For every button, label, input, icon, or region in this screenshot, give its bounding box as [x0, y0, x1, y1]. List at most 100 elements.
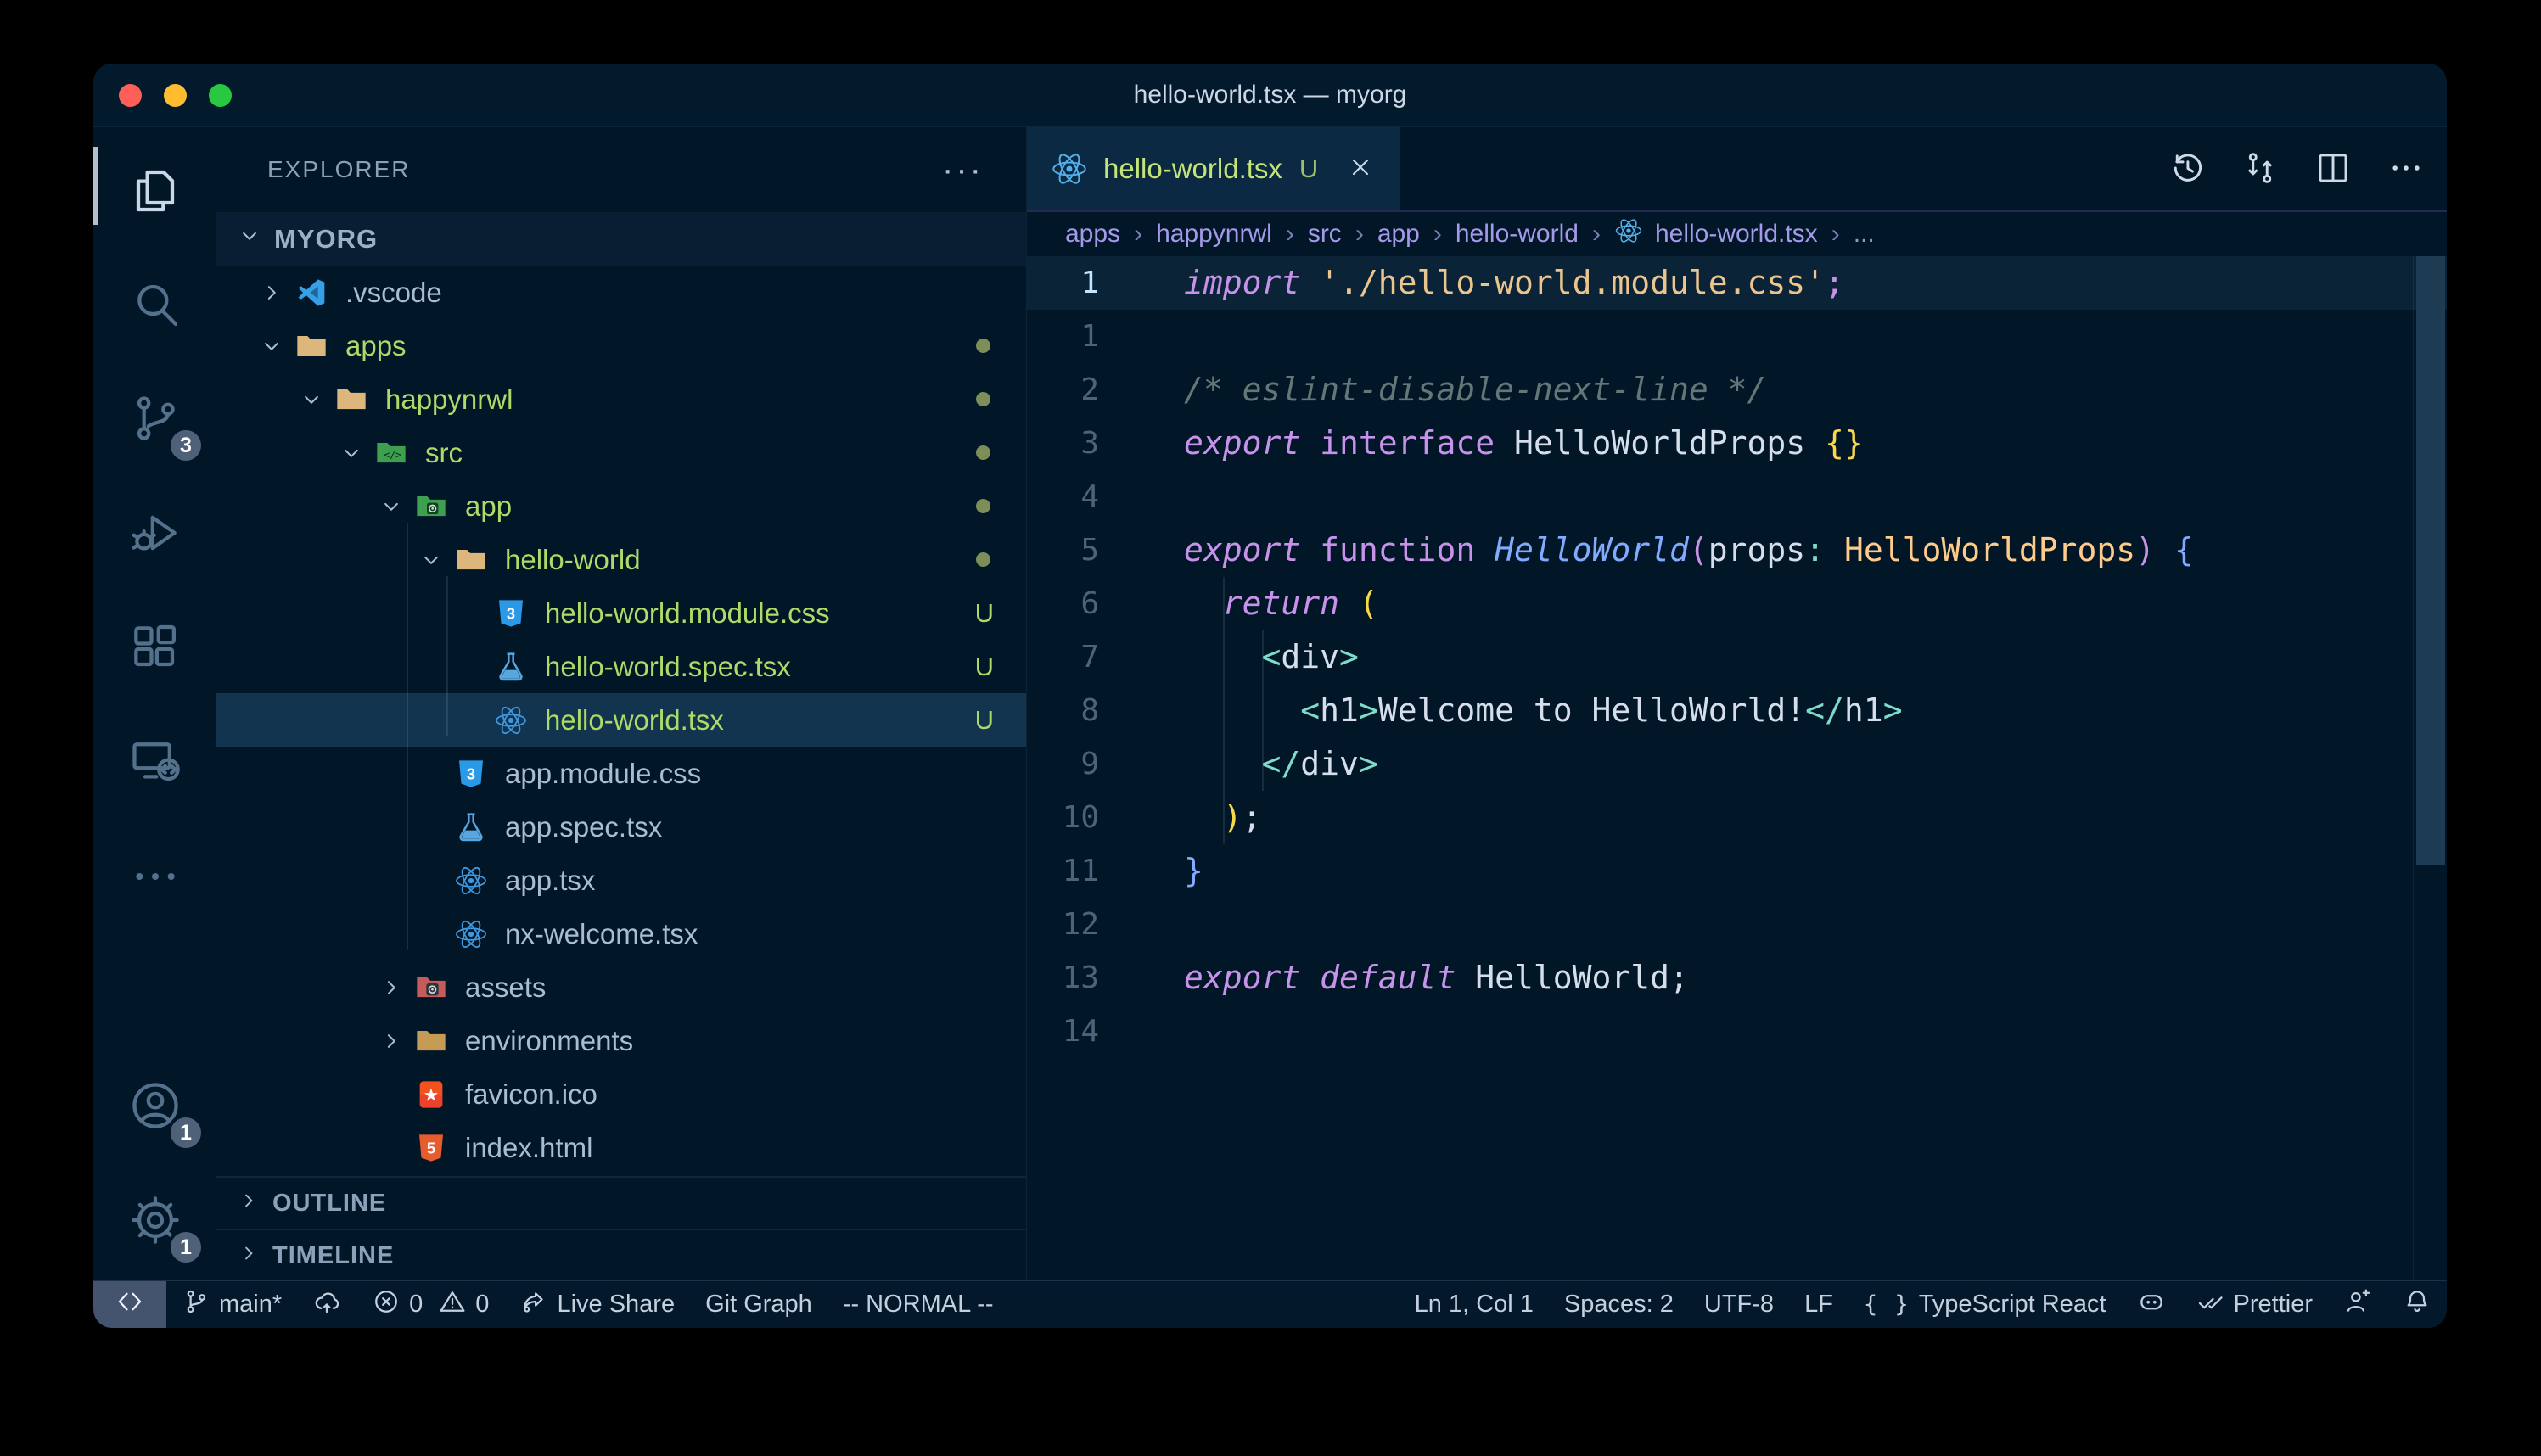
status-item-git-branch[interactable]: main*: [166, 1281, 297, 1328]
code-editor[interactable]: 1import './hello-world.module.css';12/* …: [1027, 256, 2447, 1280]
tree-item-src[interactable]: </>src: [216, 426, 1026, 479]
breadcrumb-item-app[interactable]: app: [1377, 220, 1420, 249]
status-item-indentation[interactable]: Spaces: 2: [1549, 1281, 1689, 1328]
code-line[interactable]: 13export default HelloWorld;: [1027, 951, 2447, 1005]
activity-bar-item-more-views[interactable]: [93, 821, 216, 936]
activity-bar-item-extensions[interactable]: [93, 592, 216, 707]
line-number[interactable]: 8: [1027, 684, 1099, 737]
tree-item-index-html[interactable]: 5index.html: [216, 1121, 1026, 1174]
line-number[interactable]: 1: [1027, 256, 1099, 310]
line-number[interactable]: 12: [1027, 898, 1099, 951]
tree-item-hello-world-tsx[interactable]: hello-world.tsxU: [216, 693, 1026, 747]
status-item-publish-changes[interactable]: [297, 1281, 356, 1328]
code-line[interactable]: 7 <div>: [1027, 630, 2447, 684]
tree-item-app[interactable]: app: [216, 479, 1026, 533]
code-line[interactable]: 4: [1027, 470, 2447, 524]
status-item-git-graph[interactable]: Git Graph: [690, 1281, 827, 1328]
activity-bar-item-search[interactable]: [93, 249, 216, 363]
tree-item-app-spec-tsx[interactable]: app.spec.tsx: [216, 800, 1026, 854]
code-line[interactable]: 10 );: [1027, 791, 2447, 844]
tree-item--vscode[interactable]: .vscode: [216, 266, 1026, 319]
chevron-down-icon[interactable]: [379, 494, 414, 519]
line-number[interactable]: 1: [1027, 310, 1099, 363]
more-actions-button[interactable]: [2387, 149, 2425, 191]
close-tab-button[interactable]: [1347, 154, 1374, 185]
split-editor-button[interactable]: [2314, 149, 2352, 191]
tree-item-favicon-ico[interactable]: ★favicon.ico: [216, 1067, 1026, 1121]
status-item-prettier[interactable]: Prettier: [2181, 1281, 2328, 1328]
tree-item-assets[interactable]: assets: [216, 960, 1026, 1014]
code-line[interactable]: 1import './hello-world.module.css';: [1027, 256, 2447, 310]
line-number[interactable]: 14: [1027, 1005, 1099, 1058]
chevron-right-icon[interactable]: [379, 1028, 414, 1054]
scrollbar-thumb[interactable]: [2416, 256, 2445, 865]
line-number[interactable]: 5: [1027, 524, 1099, 577]
status-item-feedback[interactable]: [2328, 1281, 2387, 1328]
line-number[interactable]: 10: [1027, 791, 1099, 844]
chevron-down-icon[interactable]: [418, 547, 454, 573]
line-number[interactable]: 3: [1027, 417, 1099, 470]
activity-bar-item-explorer[interactable]: [93, 134, 216, 249]
chevron-down-icon[interactable]: [299, 387, 334, 412]
line-number[interactable]: 9: [1027, 737, 1099, 791]
code-line[interactable]: 6 return (: [1027, 577, 2447, 630]
status-item-cursor-position[interactable]: Ln 1, Col 1: [1400, 1281, 1549, 1328]
workspace-root-header[interactable]: MYORG: [216, 212, 1026, 266]
code-line[interactable]: 9 </div>: [1027, 737, 2447, 791]
tab-hello-world-tsx[interactable]: hello-world.tsx U: [1027, 127, 1400, 210]
chevron-down-icon[interactable]: [339, 440, 374, 466]
zoom-window-button[interactable]: [209, 84, 232, 107]
breadcrumb-item-apps[interactable]: apps: [1065, 220, 1120, 249]
chevron-right-icon[interactable]: [259, 280, 294, 305]
tree-item-hello-world-module-css[interactable]: 3hello-world.module.cssU: [216, 586, 1026, 640]
status-item-vim-mode[interactable]: -- NORMAL --: [827, 1281, 1009, 1328]
tree-item-happynrwl[interactable]: happynrwl: [216, 372, 1026, 426]
code-line[interactable]: 12: [1027, 898, 2447, 951]
close-window-button[interactable]: [119, 84, 142, 107]
minimize-window-button[interactable]: [164, 84, 187, 107]
line-number[interactable]: 6: [1027, 577, 1099, 630]
timeline-section-header[interactable]: TIMELINE: [216, 1229, 1026, 1280]
line-number[interactable]: 2: [1027, 363, 1099, 417]
breadcrumb-item-happynrwl[interactable]: happynrwl: [1156, 220, 1272, 249]
status-item-copilot[interactable]: [2122, 1281, 2181, 1328]
status-item-notifications[interactable]: [2387, 1281, 2447, 1328]
open-changes-button[interactable]: [2241, 149, 2279, 191]
tree-item-app-tsx[interactable]: app.tsx: [216, 854, 1026, 907]
chevron-down-icon[interactable]: [259, 333, 294, 359]
line-number[interactable]: 13: [1027, 951, 1099, 1005]
chevron-right-icon[interactable]: [379, 975, 414, 1000]
code-line[interactable]: 5export function HelloWorld(props: Hello…: [1027, 524, 2447, 577]
breadcrumb-item--[interactable]: ...: [1854, 220, 1875, 249]
status-item-remote-indicator[interactable]: [93, 1281, 166, 1328]
activity-bar-item-settings[interactable]: 1: [93, 1165, 216, 1280]
code-line[interactable]: 8 <h1>Welcome to HelloWorld!</h1>: [1027, 684, 2447, 737]
tree-item-hello-world[interactable]: hello-world: [216, 533, 1026, 586]
code-line[interactable]: 1: [1027, 310, 2447, 363]
status-item-language-mode[interactable]: { }TypeScript React: [1848, 1281, 2122, 1328]
outline-section-header[interactable]: OUTLINE: [216, 1176, 1026, 1229]
code-line[interactable]: 2/* eslint-disable-next-line */: [1027, 363, 2447, 417]
breadcrumb-item-hello-world-tsx[interactable]: hello-world.tsx: [1614, 216, 1818, 252]
editor-scrollbar[interactable]: [2413, 256, 2447, 1280]
breadcrumb-item-hello-world[interactable]: hello-world: [1456, 220, 1579, 249]
activity-bar-item-run-debug[interactable]: [93, 478, 216, 592]
activity-bar-item-accounts[interactable]: 1: [93, 1050, 216, 1165]
status-item-eol[interactable]: LF: [1789, 1281, 1848, 1328]
status-item-problems[interactable]: 00: [356, 1281, 504, 1328]
line-number[interactable]: 4: [1027, 470, 1099, 524]
tree-item-apps[interactable]: apps: [216, 319, 1026, 372]
activity-bar-item-source-control[interactable]: 3: [93, 363, 216, 478]
code-line[interactable]: 14: [1027, 1005, 2447, 1058]
line-number[interactable]: 11: [1027, 844, 1099, 898]
tree-item-environments[interactable]: environments: [216, 1014, 1026, 1067]
status-item-live-share[interactable]: Live Share: [504, 1281, 690, 1328]
activity-bar-item-remote-explorer[interactable]: [93, 707, 216, 821]
tree-item-nx-welcome-tsx[interactable]: nx-welcome.tsx: [216, 907, 1026, 960]
timeline-history-button[interactable]: [2168, 149, 2206, 191]
tree-item-app-module-css[interactable]: 3app.module.css: [216, 747, 1026, 800]
status-item-encoding[interactable]: UTF-8: [1689, 1281, 1789, 1328]
line-number[interactable]: 7: [1027, 630, 1099, 684]
tree-item-hello-world-spec-tsx[interactable]: hello-world.spec.tsxU: [216, 640, 1026, 693]
code-line[interactable]: 3export interface HelloWorldProps {}: [1027, 417, 2447, 470]
